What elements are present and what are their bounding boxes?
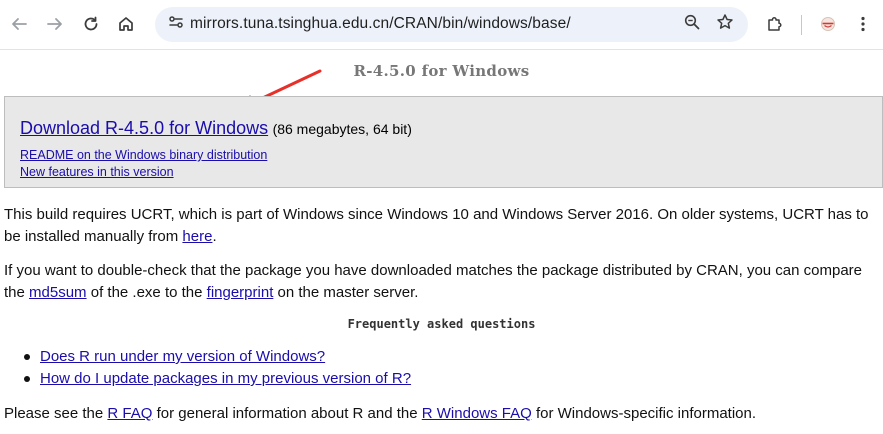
download-size: (86 megabytes, 64 bit) (272, 121, 412, 137)
md5-text-3: on the master server. (273, 284, 419, 301)
download-link[interactable]: Download R-4.5.0 for Windows (20, 118, 268, 138)
download-box: Download R-4.5.0 for Windows (86 megabyt… (4, 96, 883, 188)
readme-link[interactable]: README on the Windows binary distributio… (20, 148, 267, 162)
toolbar-divider (801, 15, 802, 35)
faq-link-update-packages[interactable]: How do I update packages in my previous … (40, 370, 411, 387)
forward-icon (46, 15, 64, 33)
md5sum-link[interactable]: md5sum (29, 284, 87, 301)
reload-icon (82, 15, 100, 33)
site-info-button[interactable] (161, 9, 191, 39)
page-title-text: R-4.5.0 for Windows (353, 62, 530, 80)
faq-heading: Frequently asked questions (347, 317, 536, 331)
ucrt-here-link[interactable]: here (182, 228, 212, 245)
download-line: Download R-4.5.0 for Windows (86 megabyt… (20, 118, 412, 139)
extensions-button[interactable] (760, 9, 790, 39)
browser-toolbar: mirrors.tuna.tsinghua.edu.cn/CRAN/bin/wi… (0, 0, 883, 50)
ucrt-paragraph: This build requires UCRT, which is part … (4, 204, 879, 248)
back-button[interactable] (4, 9, 34, 39)
profile-extension-button[interactable] (813, 9, 843, 39)
home-button[interactable] (111, 9, 141, 39)
md5-text-2: of the .exe to the (86, 284, 207, 301)
extensions-icon (766, 15, 784, 33)
profile-extension-icon (819, 15, 837, 33)
md5-paragraph: If you want to double-check that the pac… (4, 260, 879, 304)
menu-button[interactable] (848, 9, 878, 39)
zoom-icon (683, 13, 701, 36)
home-icon (117, 15, 135, 33)
url-text[interactable]: mirrors.tuna.tsinghua.edu.cn/CRAN/bin/wi… (190, 15, 571, 33)
faq-text-3: for Windows-specific information. (531, 405, 757, 422)
faq-paragraph: Please see the R FAQ for general informa… (4, 403, 879, 425)
forward-button[interactable] (40, 9, 70, 39)
address-bar[interactable]: mirrors.tuna.tsinghua.edu.cn/CRAN/bin/wi… (155, 7, 748, 42)
faq-list: Does R run under my version of Windows? … (23, 346, 411, 390)
page-title: R-4.5.0 for Windows (0, 62, 883, 80)
faq-text-1: Please see the (4, 405, 108, 422)
ucrt-text-end: . (212, 228, 217, 245)
zoom-button[interactable] (677, 9, 707, 39)
back-icon (10, 15, 28, 33)
reload-button[interactable] (76, 9, 106, 39)
list-item: How do I update packages in my previous … (23, 368, 411, 390)
faq-link-windows-version[interactable]: Does R run under my version of Windows? (40, 348, 325, 365)
r-windows-faq-link[interactable]: R Windows FAQ (422, 405, 532, 422)
r-faq-link[interactable]: R FAQ (107, 405, 152, 422)
new-features-link[interactable]: New features in this version (20, 165, 174, 179)
faq-text-2: for general information about R and the (152, 405, 422, 422)
site-info-icon (167, 13, 185, 36)
menu-dots-icon (854, 15, 872, 33)
bookmark-button[interactable] (710, 9, 740, 39)
list-item: Does R run under my version of Windows? (23, 346, 411, 368)
fingerprint-link[interactable]: fingerprint (207, 284, 274, 301)
ucrt-text: This build requires UCRT, which is part … (4, 206, 869, 245)
bookmark-star-icon (716, 13, 734, 36)
